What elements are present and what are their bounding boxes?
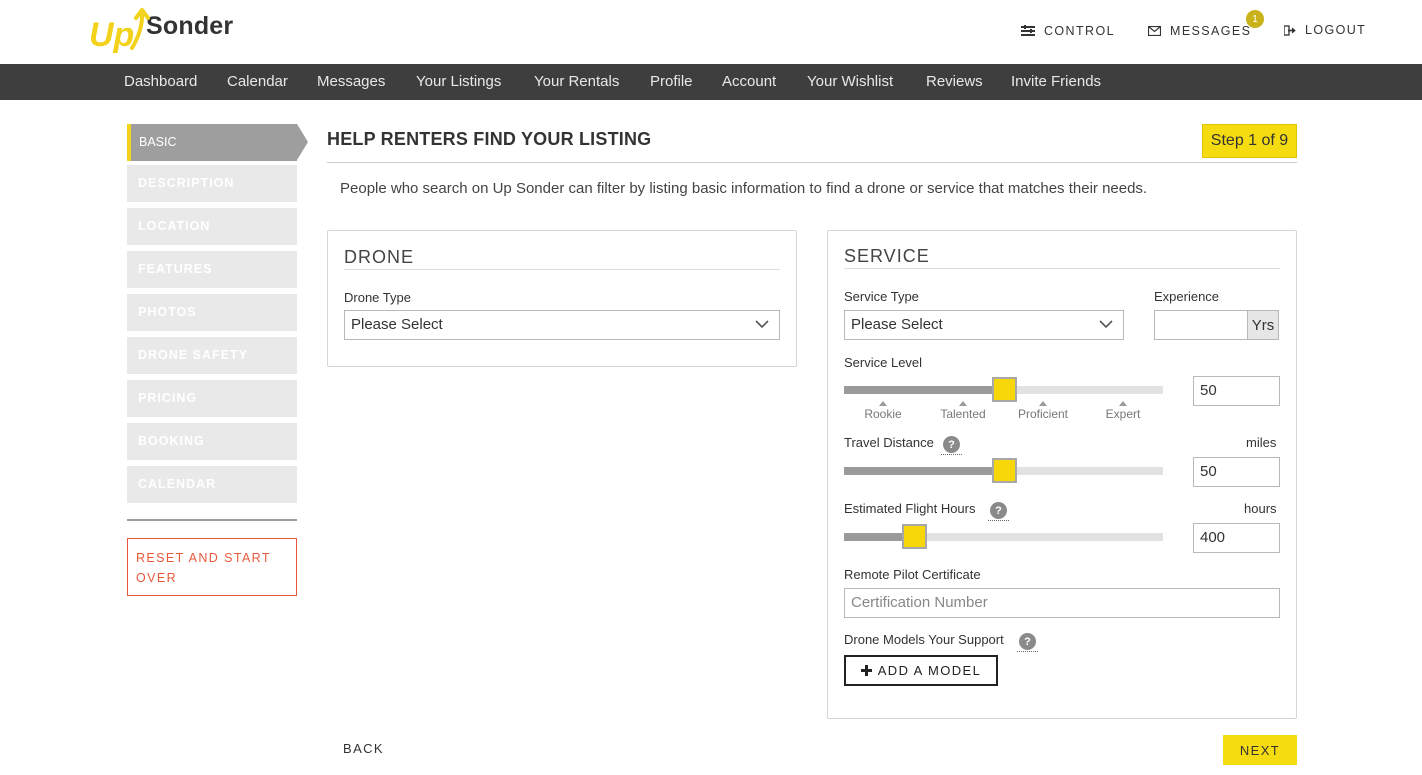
drone-type-label: Drone Type (344, 290, 411, 305)
nav-invite-friends[interactable]: Invite Friends (1011, 73, 1101, 90)
messages-count-badge: 1 (1246, 10, 1264, 28)
nav-dashboard[interactable]: Dashboard (124, 73, 197, 90)
title-divider (327, 162, 1297, 163)
intro-text: People who search on Up Sonder can filte… (340, 180, 1148, 197)
experience-label: Experience (1154, 289, 1220, 304)
control-link[interactable]: CONTROL (1021, 24, 1115, 38)
logout-label: LOGOUT (1305, 23, 1367, 37)
travel-distance-label: Travel Distance (844, 435, 934, 450)
flight-hours-slider[interactable] (844, 524, 1163, 549)
drone-panel: DRONE Drone Type Please Select (327, 230, 797, 367)
sidebar-divider (127, 519, 297, 521)
envelope-icon (1148, 26, 1161, 36)
brand-logo[interactable]: Up Sonder (88, 8, 233, 58)
tick-label-talented: Talented (940, 407, 986, 421)
drone-panel-divider (344, 269, 780, 270)
drone-type-select[interactable]: Please Select (344, 310, 780, 340)
nav-your-wishlist[interactable]: Your Wishlist (807, 73, 893, 90)
tick-label-expert: Expert (1105, 407, 1141, 421)
step-indicator: Step 1 of 9 (1202, 124, 1297, 158)
next-button[interactable]: NEXT (1223, 735, 1297, 765)
drone-models-help-icon[interactable]: ? (1019, 633, 1036, 650)
drone-models-label: Drone Models Your Support (844, 632, 1004, 647)
service-type-value: Please Select (851, 316, 943, 333)
flight-hours-label: Estimated Flight Hours (844, 501, 976, 516)
service-level-input[interactable]: 50 (1193, 376, 1280, 406)
drone-panel-title: DRONE (344, 247, 415, 267)
add-model-button[interactable]: ADD A MODEL (844, 655, 998, 686)
add-model-label: ADD A MODEL (877, 663, 982, 678)
nav-reviews[interactable]: Reviews (926, 73, 983, 90)
nav-messages[interactable]: Messages (317, 73, 385, 90)
travel-distance-help-icon[interactable]: ? (943, 436, 960, 453)
logo-mark-text: Up (89, 16, 134, 54)
active-step-arrow (297, 124, 308, 160)
help-underline (1017, 651, 1038, 652)
experience-unit: Yrs (1247, 310, 1279, 340)
service-level-label: Service Level (844, 355, 923, 370)
travel-distance-slider[interactable] (844, 458, 1163, 483)
flight-hours-unit: hours (1244, 501, 1277, 516)
service-panel-title: SERVICE (844, 246, 930, 266)
tick-talented (959, 401, 967, 406)
service-level-fill (844, 386, 1004, 394)
drone-type-value: Please Select (351, 316, 443, 333)
certification-number-input[interactable]: Certification Number (844, 588, 1280, 618)
help-underline (941, 454, 962, 455)
main-nav: Dashboard Calendar Messages Your Listing… (0, 64, 1422, 100)
brand-name: Sonder (146, 12, 234, 40)
step-description[interactable]: DESCRIPTION (127, 165, 297, 202)
control-icon (1021, 25, 1035, 36)
service-type-select[interactable]: Please Select (844, 310, 1124, 340)
logo-mark-icon: Up (88, 8, 150, 58)
flight-hours-handle[interactable] (902, 524, 928, 549)
step-photos[interactable]: PHOTOS (127, 294, 297, 331)
tick-rookie (879, 401, 887, 406)
tick-proficient (1039, 401, 1047, 406)
tick-label-proficient: Proficient (1017, 407, 1069, 421)
certificate-label: Remote Pilot Certificate (844, 567, 981, 582)
step-booking[interactable]: BOOKING (127, 423, 297, 460)
nav-account[interactable]: Account (722, 73, 776, 90)
tick-label-rookie: Rookie (864, 407, 902, 421)
flight-hours-help-icon[interactable]: ? (990, 502, 1007, 519)
page-title: HELP RENTERS FIND YOUR LISTING (327, 129, 652, 149)
nav-profile[interactable]: Profile (650, 73, 693, 90)
travel-distance-input[interactable]: 50 (1193, 457, 1280, 487)
messages-label: MESSAGES (1170, 24, 1252, 38)
plus-icon (860, 665, 872, 676)
chevron-down-icon (755, 320, 769, 329)
flight-hours-input[interactable]: 400 (1193, 523, 1280, 553)
service-level-handle[interactable] (991, 377, 1017, 402)
chevron-down-icon (1099, 320, 1113, 329)
control-label: CONTROL (1044, 24, 1115, 38)
help-underline (988, 520, 1009, 521)
reset-button[interactable]: RESET AND START OVER (127, 538, 297, 596)
nav-your-rentals[interactable]: Your Rentals (534, 73, 619, 90)
step-location[interactable]: LOCATION (127, 208, 297, 245)
experience-input[interactable] (1154, 310, 1248, 340)
nav-calendar[interactable]: Calendar (227, 73, 288, 90)
step-basic[interactable]: BASIC (127, 124, 297, 161)
travel-distance-unit: miles (1246, 435, 1277, 450)
service-level-slider[interactable] (844, 377, 1163, 402)
messages-link[interactable]: MESSAGES (1148, 24, 1251, 38)
travel-distance-handle[interactable] (991, 458, 1017, 483)
service-type-label: Service Type (844, 289, 919, 304)
step-pricing[interactable]: PRICING (127, 380, 297, 417)
logout-icon (1284, 24, 1296, 36)
travel-distance-fill (844, 467, 1004, 475)
back-button[interactable]: BACK (343, 741, 384, 756)
step-calendar[interactable]: CALENDAR (127, 466, 297, 503)
site-header: Up Sonder CONTROL MESSAGES 1 LOGOUT (0, 0, 1422, 64)
service-panel-divider (844, 268, 1280, 269)
step-drone-safety[interactable]: DRONE SAFETY (127, 337, 297, 374)
nav-your-listings[interactable]: Your Listings (416, 73, 501, 90)
step-features[interactable]: FEATURES (127, 251, 297, 288)
tick-expert (1119, 401, 1127, 406)
logout-link[interactable]: LOGOUT (1284, 23, 1366, 37)
